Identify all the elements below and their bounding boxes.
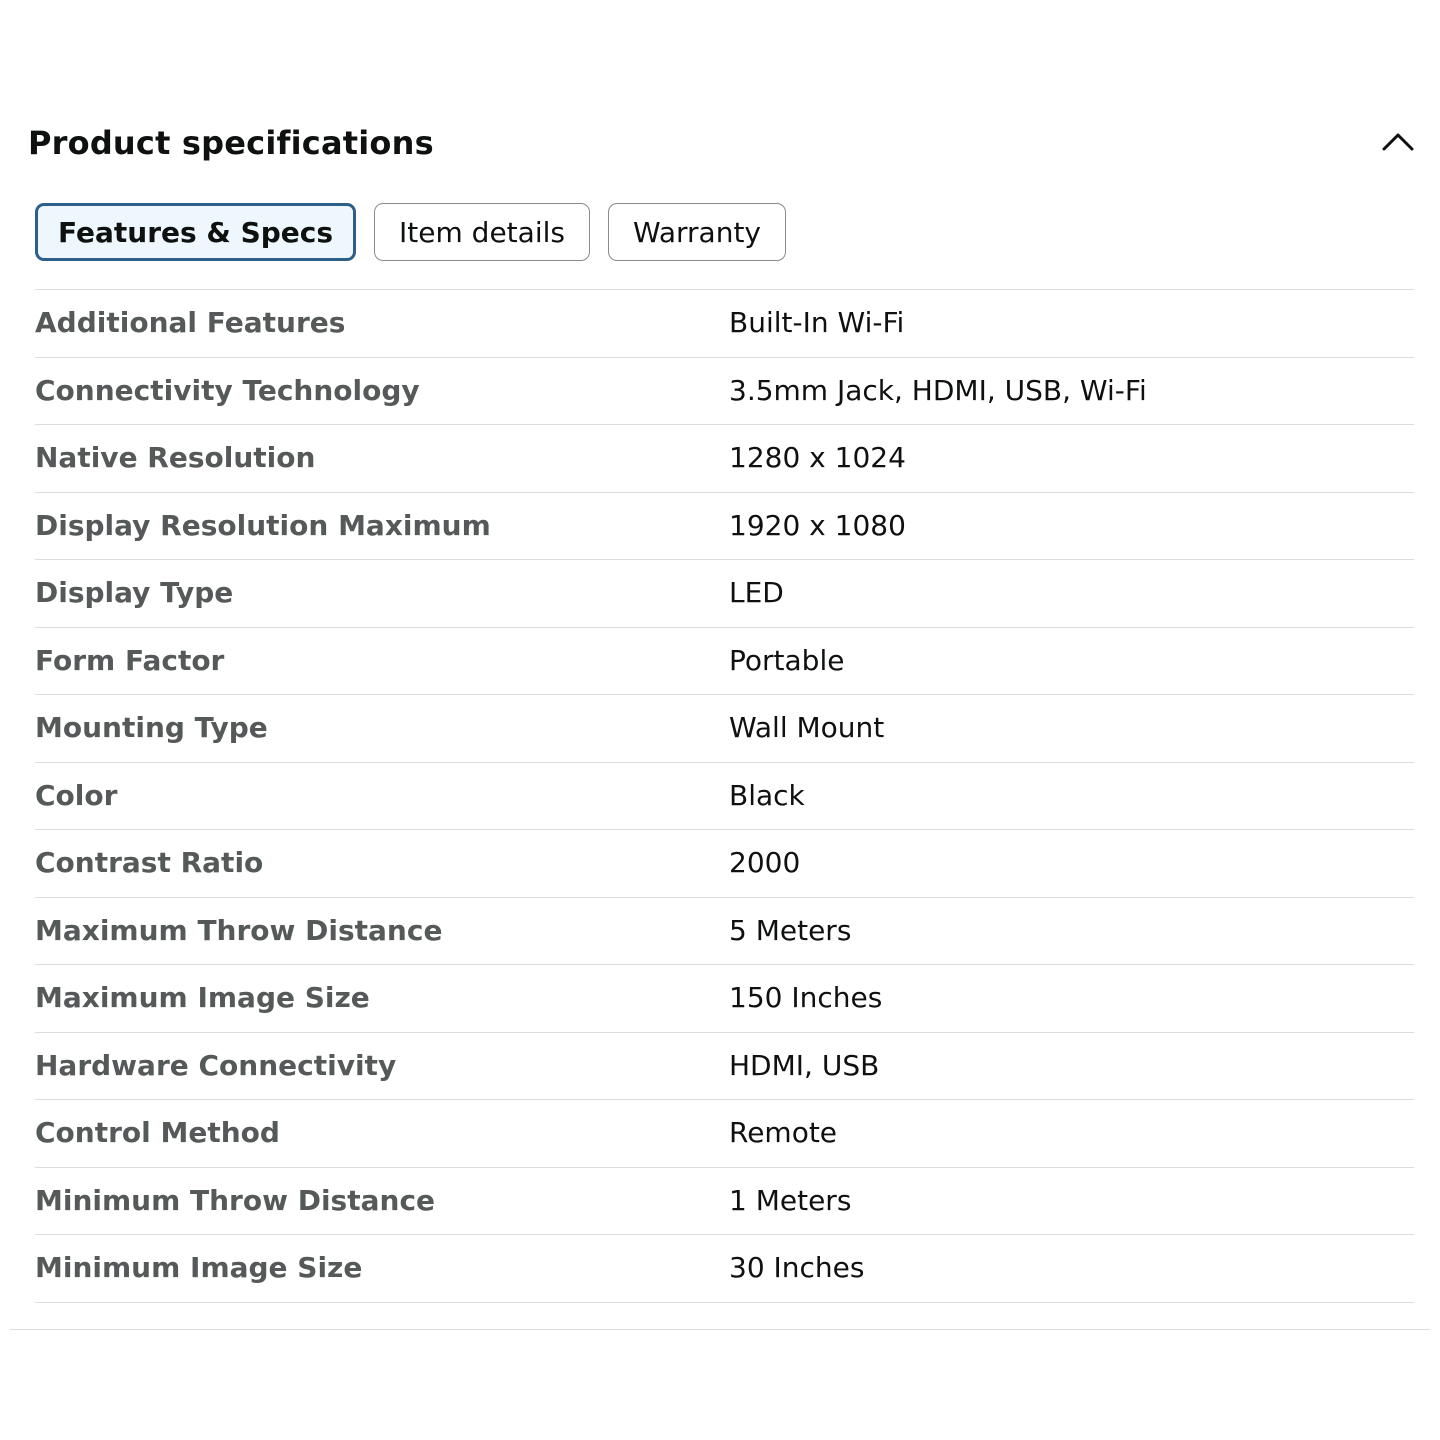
section-divider xyxy=(10,1329,1430,1330)
spec-label: Minimum Image Size xyxy=(35,1251,363,1284)
spec-label: Maximum Throw Distance xyxy=(35,913,443,947)
table-row: Mounting Type Wall Mount xyxy=(35,695,1414,763)
table-row: Maximum Throw Distance 5 Meters xyxy=(35,898,1414,965)
spec-label: Contrast Ratio xyxy=(35,846,264,879)
table-row: Control Method Remote xyxy=(35,1100,1414,1168)
table-row: Minimum Throw Distance 1 Meters xyxy=(35,1168,1414,1235)
spec-value: 3.5mm Jack, HDMI, USB, Wi-Fi xyxy=(729,373,1147,407)
section-header: Product specifications xyxy=(28,118,1418,174)
spec-value: 1 Meters xyxy=(729,1183,852,1217)
table-row: Display Type LED xyxy=(35,560,1414,628)
table-row: Form Factor Portable xyxy=(35,628,1414,695)
spec-label: Mounting Type xyxy=(35,711,268,744)
tab-warranty[interactable]: Warranty xyxy=(607,203,787,261)
table-row: Additional Features Built-In Wi-Fi xyxy=(35,290,1414,358)
spec-tabs: Features & Specs Item details Warranty xyxy=(35,203,787,261)
spec-value: 5 Meters xyxy=(729,913,852,947)
section-title: Product specifications xyxy=(28,124,434,162)
spec-label: Color xyxy=(35,778,118,812)
table-row: Hardware Connectivity HDMI, USB xyxy=(35,1033,1414,1100)
spec-value: HDMI, USB xyxy=(729,1048,880,1082)
spec-label: Minimum Throw Distance xyxy=(35,1183,436,1217)
spec-label: Native Resolution xyxy=(35,441,316,474)
spec-value: 150 Inches xyxy=(729,981,883,1014)
spec-label: Hardware Connectivity xyxy=(35,1048,397,1082)
spec-value: Built-In Wi-Fi xyxy=(729,306,905,339)
spec-value: 30 Inches xyxy=(729,1251,865,1284)
spec-label: Maximum Image Size xyxy=(35,981,370,1014)
table-row: Minimum Image Size 30 Inches xyxy=(35,1235,1414,1303)
table-row: Maximum Image Size 150 Inches xyxy=(35,965,1414,1033)
spec-label: Connectivity Technology xyxy=(35,373,420,407)
spec-label: Form Factor xyxy=(35,643,225,677)
spec-value: Wall Mount xyxy=(729,711,885,744)
spec-label: Control Method xyxy=(35,1116,280,1149)
spec-value: 2000 xyxy=(729,846,801,879)
spec-value: Black xyxy=(729,778,805,812)
table-row: Native Resolution 1280 x 1024 xyxy=(35,425,1414,493)
spec-label: Additional Features xyxy=(35,306,346,339)
tab-features-specs[interactable]: Features & Specs xyxy=(35,203,357,261)
spec-value: 1280 x 1024 xyxy=(729,441,906,474)
table-row: Connectivity Technology 3.5mm Jack, HDMI… xyxy=(35,358,1414,425)
collapse-toggle-button[interactable] xyxy=(1378,122,1418,162)
spec-value: LED xyxy=(729,576,784,609)
spec-value: Remote xyxy=(729,1116,838,1149)
table-row: Display Resolution Maximum 1920 x 1080 xyxy=(35,493,1414,560)
spec-label: Display Type xyxy=(35,576,234,609)
spec-value: 1920 x 1080 xyxy=(729,508,906,542)
table-row: Contrast Ratio 2000 xyxy=(35,830,1414,898)
table-row: Color Black xyxy=(35,763,1414,830)
spec-label: Display Resolution Maximum xyxy=(35,508,491,542)
spec-value: Portable xyxy=(729,643,845,677)
chevron-up-icon xyxy=(1382,133,1414,151)
tab-item-details[interactable]: Item details xyxy=(374,203,590,261)
spec-table: Additional Features Built-In Wi-Fi Conne… xyxy=(35,289,1414,1303)
